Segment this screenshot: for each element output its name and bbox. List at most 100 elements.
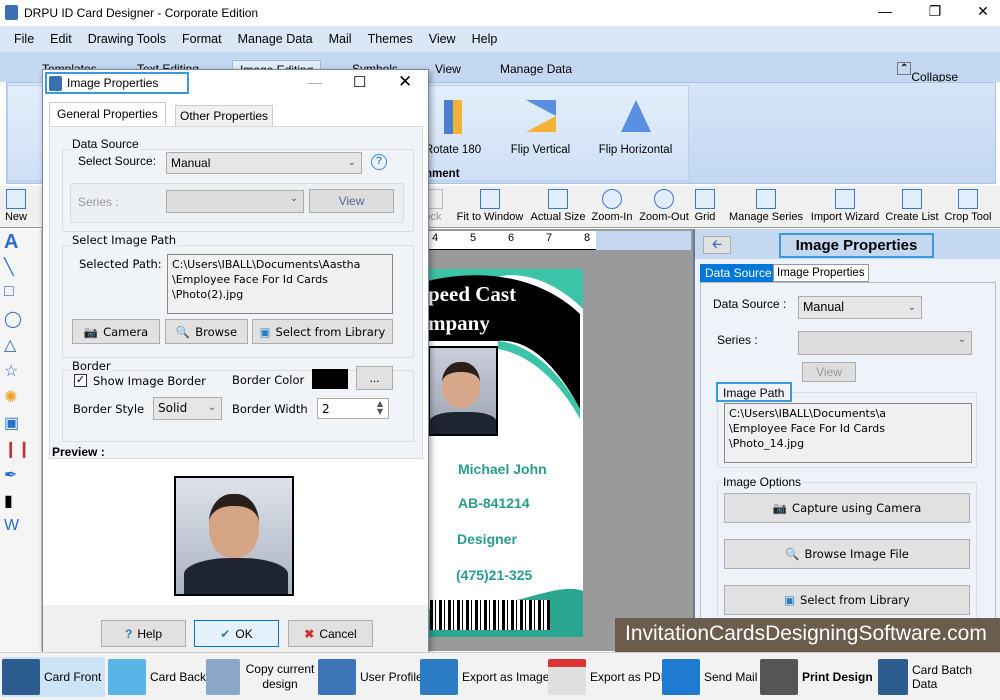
border-width-stepper[interactable]: 2 ▲ ▼ (317, 398, 389, 419)
data-source-select[interactable]: Manual ⌄ (798, 296, 922, 319)
text-tool-icon[interactable]: A (4, 231, 37, 255)
menu-manage-data[interactable]: Manage Data (230, 32, 321, 46)
zoom-in-button[interactable]: Zoom-In (589, 186, 635, 228)
id-card[interactable]: peed Cast mpany Michael John AB-841214 D… (428, 269, 583, 637)
series-select[interactable]: ⌄ (798, 331, 972, 355)
help-button[interactable]: ? Help (101, 620, 186, 647)
employee-id[interactable]: AB-841214 (458, 495, 530, 511)
camera-button[interactable]: 📷 Camera (72, 319, 160, 344)
browse-image-button[interactable]: 🔍 Browse Image File (724, 539, 970, 569)
menu-view[interactable]: View (421, 32, 464, 46)
copy-design-button[interactable]: Copy current design (206, 657, 316, 697)
actual-size-button[interactable]: Actual Size (529, 186, 587, 228)
dialog-close-button[interactable]: ✕ (398, 72, 412, 92)
export-pdf-button[interactable]: Export as PDF (548, 657, 668, 697)
spin-arrows-icon[interactable]: ▲ ▼ (377, 400, 383, 416)
rectangle-tool-icon[interactable]: □ (4, 283, 37, 307)
ok-button[interactable]: ✔ OK (194, 620, 279, 647)
view-button[interactable]: View (802, 362, 856, 382)
employee-name[interactable]: Michael John (458, 461, 547, 477)
flip-vertical-button[interactable]: Flip Vertical (503, 100, 578, 156)
tab-image-properties[interactable]: Image Properties (773, 264, 869, 282)
grid-icon (695, 189, 715, 209)
print-design-button[interactable]: Print Design (760, 657, 873, 697)
triangle-tool-icon[interactable]: △ (4, 335, 37, 359)
user-profile-button[interactable]: User Profile (318, 657, 423, 697)
series-label: Series : (78, 195, 119, 209)
actual-label: Actual Size (530, 211, 586, 223)
select-library-button[interactable]: ▣ Select from Library (724, 585, 970, 615)
employee-role[interactable]: Designer (457, 531, 517, 547)
browse-button[interactable]: 🔍 Browse (165, 319, 248, 344)
select-from-library-button[interactable]: ▣ Select from Library (252, 319, 393, 344)
maximize-button[interactable]: ❐ (920, 3, 950, 20)
close-button[interactable]: ✕ (968, 3, 998, 20)
series-dropdown[interactable]: ⌄ (166, 190, 304, 213)
menu-themes[interactable]: Themes (360, 32, 421, 46)
border-color-picker-button[interactable]: ... (356, 366, 393, 390)
tab-other-properties[interactable]: Other Properties (175, 105, 274, 127)
dialog-minimize-button[interactable]: — (308, 74, 322, 90)
library-image-icon: ▣ (784, 593, 796, 607)
card-batch-data-button[interactable]: Card Batch Data (878, 657, 1000, 697)
cancel-button[interactable]: ✖ Cancel (288, 620, 373, 647)
symbol-tool-icon[interactable]: ✺ (4, 387, 37, 411)
image-properties-panel: 🡠 Image Properties Data Source Image Pro… (693, 229, 1000, 652)
selected-path-textbox[interactable]: C:\Users\IBALL\Documents\Aastha \Employe… (167, 254, 393, 314)
collapse-button[interactable]: ⌃ Collapse (897, 60, 958, 84)
image-tool-icon[interactable]: ▣ (4, 413, 37, 437)
tab-manage-data[interactable]: Manage Data (500, 62, 572, 76)
view-button[interactable]: View (309, 189, 394, 213)
show-border-checkbox[interactable]: ✓ (74, 374, 87, 387)
zoom-out-button[interactable]: Zoom-Out (636, 186, 692, 228)
help-question-icon[interactable]: ? (371, 154, 387, 170)
company-name-line2[interactable]: mpany (428, 311, 490, 336)
menu-help[interactable]: Help (464, 32, 506, 46)
menu-edit[interactable]: Edit (42, 32, 80, 46)
tab-general-properties[interactable]: General Properties (49, 102, 166, 125)
menu-drawing-tools[interactable]: Drawing Tools (80, 32, 174, 46)
send-mail-button[interactable]: Send Mail (662, 657, 757, 697)
capture-camera-button[interactable]: 📷 Capture using Camera (724, 493, 970, 523)
create-list-button[interactable]: Create List (884, 186, 940, 228)
path-line: \Employee Face For Id Cards (172, 273, 328, 286)
barcode[interactable] (430, 600, 550, 630)
card-front-button[interactable]: Card Front (2, 657, 106, 697)
minimize-button[interactable]: — (870, 3, 900, 19)
barcode-tool-icon[interactable]: ▮ (4, 491, 37, 515)
signature-tool-icon[interactable]: ✒ (4, 465, 37, 489)
menu-file[interactable]: File (6, 32, 42, 46)
library-tool-icon[interactable]: ❙❙ (4, 439, 37, 463)
ellipse-tool-icon[interactable]: ◯ (4, 309, 37, 333)
path-line: C:\Users\IBALL\Documents\Aastha (172, 258, 361, 271)
dialog-maximize-button[interactable]: ☐ (353, 73, 366, 91)
border-color-swatch[interactable] (312, 369, 348, 389)
manage-series-button[interactable]: Manage Series (727, 186, 805, 228)
company-name-line1[interactable]: peed Cast (428, 282, 516, 307)
employee-phone[interactable]: (475)21-325 (456, 567, 532, 583)
crop-tool-button[interactable]: Crop Tool (941, 186, 995, 228)
select-source-dropdown[interactable]: Manual ⌄ (166, 152, 362, 174)
watermark-tool-icon[interactable]: W (4, 517, 37, 541)
back-button[interactable]: 🡠 (703, 236, 731, 254)
grid-button[interactable]: Grid (692, 186, 718, 228)
flip-horizontal-button[interactable]: Flip Horizontal (593, 100, 678, 156)
line-tool-icon[interactable]: ╲ (4, 257, 37, 281)
image-path-textbox[interactable]: C:\Users\IBALL\Documents\a \Employee Fac… (724, 403, 972, 463)
tab-data-source[interactable]: Data Source (700, 264, 777, 282)
tab-view[interactable]: View (435, 62, 461, 76)
export-image-button[interactable]: Export as Image (420, 657, 549, 697)
fit-to-window-button[interactable]: Fit to Window (452, 186, 528, 228)
new-button[interactable]: New (2, 186, 30, 228)
border-style-dropdown[interactable]: Solid ⌄ (153, 397, 222, 420)
menu-format[interactable]: Format (174, 32, 230, 46)
ruler-blank (596, 231, 691, 250)
import-wizard-button[interactable]: Import Wizard (807, 186, 883, 228)
chevron-down-icon: ⌄ (957, 334, 966, 345)
menu-mail[interactable]: Mail (321, 32, 360, 46)
star-tool-icon[interactable]: ☆ (4, 361, 37, 385)
card-back-button[interactable]: Card Back (108, 657, 206, 697)
employee-photo[interactable] (428, 346, 498, 436)
rotate-180-button[interactable]: Rotate 180 (423, 100, 483, 156)
rotate-icon (444, 100, 462, 134)
